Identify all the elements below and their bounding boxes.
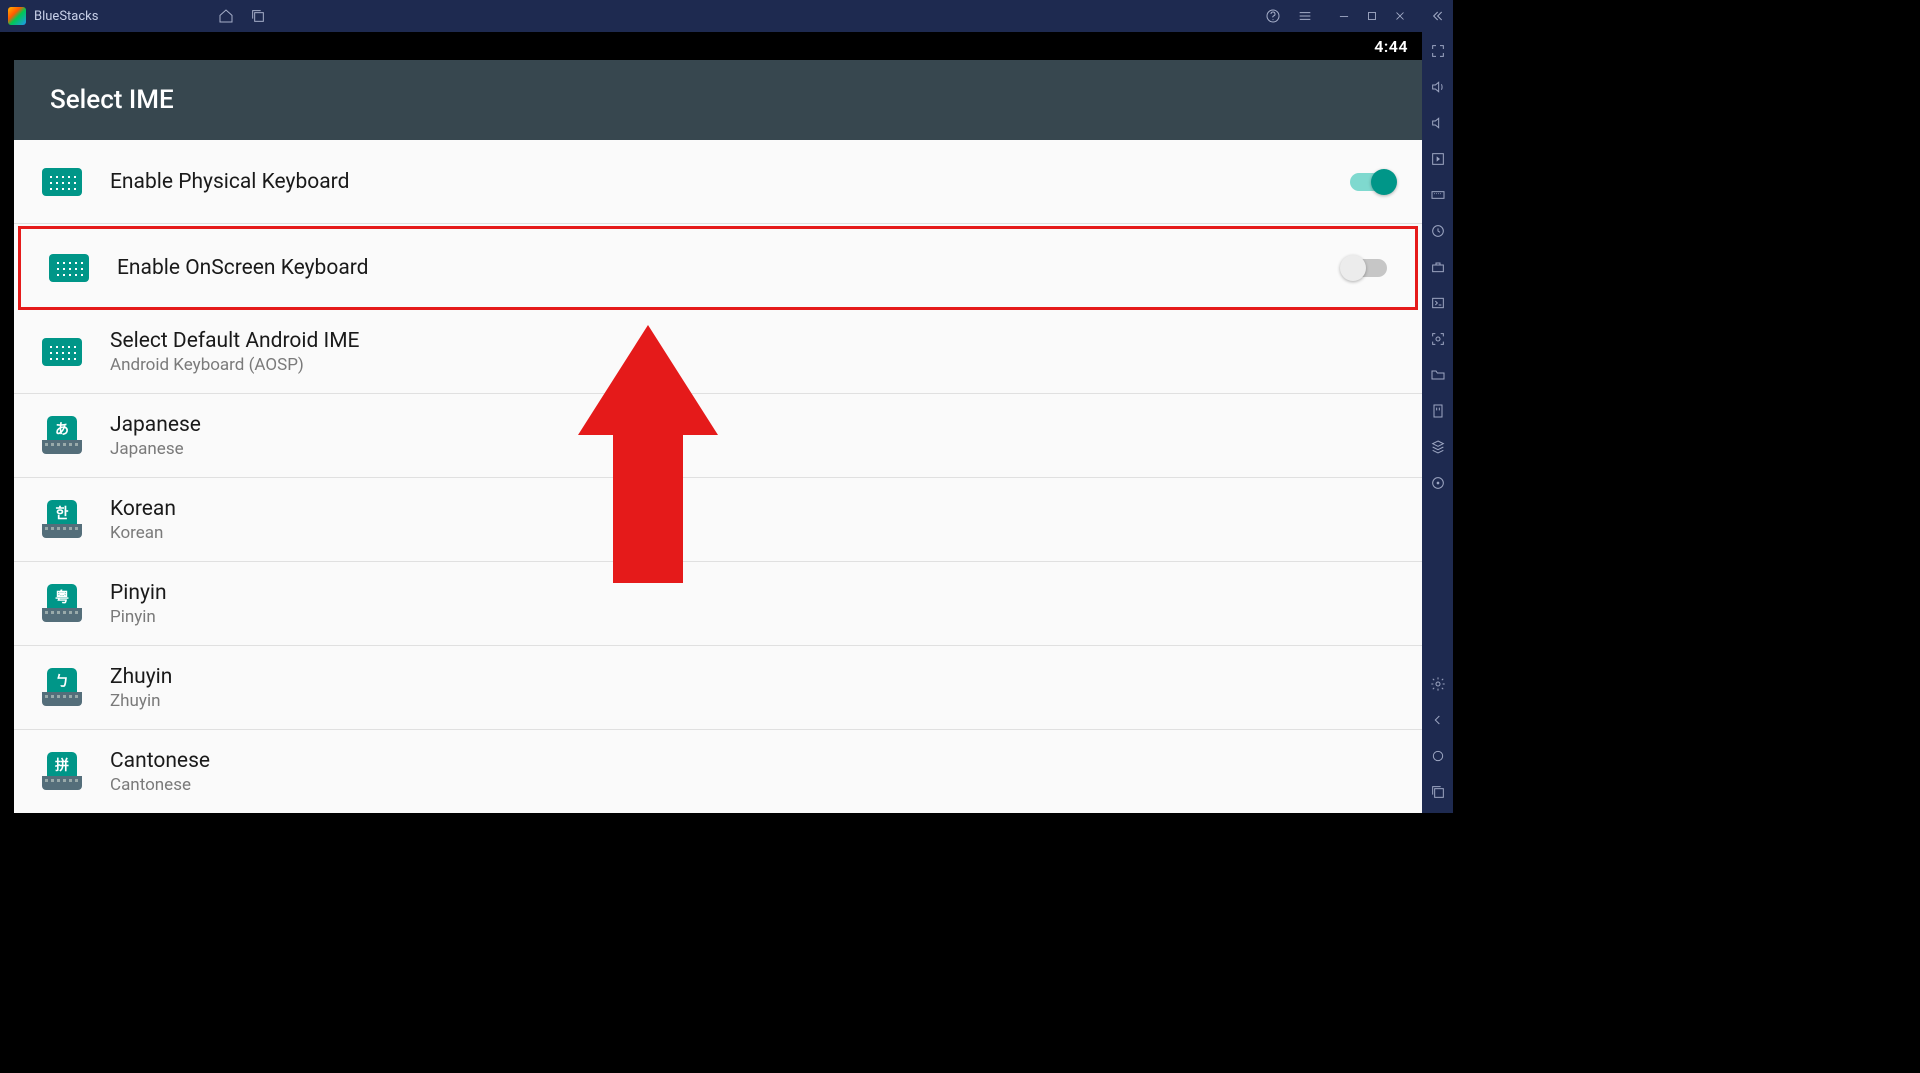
keyboard-icon (40, 164, 84, 200)
language-keyboard-icon: ㄅ (40, 670, 84, 706)
sync-icon[interactable] (1429, 222, 1447, 240)
titlebar-left: BlueStacks (8, 7, 98, 25)
minimize-icon[interactable] (1337, 9, 1351, 23)
setting-subtitle: Pinyin (110, 607, 1394, 627)
android-status-bar: 4:44 (14, 32, 1422, 60)
setting-row-pinyin[interactable]: 粤 PinyinPinyin (14, 562, 1422, 646)
language-badge: ㄅ (47, 668, 77, 694)
close-icon[interactable] (1393, 9, 1407, 23)
language-badge: あ (47, 416, 77, 442)
setting-text: CantoneseCantonese (110, 749, 1394, 795)
keyboard-icon[interactable] (1429, 186, 1447, 204)
setting-subtitle: Korean (110, 523, 1394, 543)
setting-text: PinyinPinyin (110, 581, 1394, 627)
setting-title: Cantonese (110, 749, 1394, 773)
setting-text: Enable OnScreen Keyboard (117, 256, 1343, 280)
setting-title: Pinyin (110, 581, 1394, 605)
collapse-right-icon[interactable] (1429, 8, 1445, 24)
app-name: BlueStacks (34, 9, 98, 24)
setting-row-cantonese[interactable]: 拼 CantoneseCantonese (14, 730, 1422, 813)
language-keyboard-icon: あ (40, 418, 84, 454)
macro-icon[interactable] (1429, 294, 1447, 312)
setting-text: ZhuyinZhuyin (110, 665, 1394, 711)
volume-down-icon[interactable] (1429, 114, 1447, 132)
setting-row-japanese[interactable]: あ JapaneseJapanese (14, 394, 1422, 478)
language-keyboard-icon: 粤 (40, 586, 84, 622)
home-nav-icon[interactable] (1429, 747, 1447, 765)
back-icon[interactable] (1429, 711, 1447, 729)
sidebar-bottom (1429, 675, 1447, 813)
page-title: Select IME (50, 85, 174, 115)
android-screen: 4:44 Select IME Enable Physical Keyboard… (14, 32, 1422, 813)
apk-icon[interactable] (1429, 402, 1447, 420)
status-time: 4:44 (1374, 37, 1408, 56)
setting-row-zhuyin[interactable]: ㄅ ZhuyinZhuyin (14, 646, 1422, 730)
setting-subtitle: Japanese (110, 439, 1394, 459)
keymap-icon[interactable] (1429, 150, 1447, 168)
setting-row-korean[interactable]: 한 KoreanKorean (14, 478, 1422, 562)
keyboard-icon (40, 334, 84, 370)
keyboard-icon (47, 250, 91, 286)
help-icon[interactable] (1265, 8, 1281, 24)
setting-subtitle: Zhuyin (110, 691, 1394, 711)
toolbox-icon[interactable] (1429, 258, 1447, 276)
setting-subtitle: Cantonese (110, 775, 1394, 795)
settings-icon[interactable] (1429, 675, 1447, 693)
volume-up-icon[interactable] (1429, 78, 1447, 96)
setting-title: Japanese (110, 413, 1394, 437)
page-header: Select IME (14, 60, 1422, 140)
setting-subtitle: Android Keyboard (AOSP) (110, 355, 1394, 375)
settings-list: Enable Physical Keyboard Enable OnScreen … (14, 140, 1422, 813)
setting-title: Zhuyin (110, 665, 1394, 689)
setting-text: JapaneseJapanese (110, 413, 1394, 459)
titlebar-right (1265, 8, 1445, 24)
fullscreen-icon[interactable] (1429, 42, 1447, 60)
language-keyboard-icon: 拼 (40, 754, 84, 790)
setting-text: KoreanKorean (110, 497, 1394, 543)
language-badge: 한 (47, 500, 77, 526)
language-badge: 拼 (47, 752, 77, 778)
hamburger-icon[interactable] (1297, 8, 1313, 24)
titlebar: BlueStacks (0, 0, 1453, 32)
bluestacks-logo-icon (8, 7, 26, 25)
setting-title: Enable OnScreen Keyboard (117, 256, 1343, 280)
setting-title: Select Default Android IME (110, 329, 1394, 353)
recents-nav-icon[interactable] (1429, 783, 1447, 801)
location-icon[interactable] (1429, 474, 1447, 492)
window-controls (1337, 9, 1407, 23)
toggle-switch[interactable] (1350, 173, 1394, 191)
setting-row-enable-physical-keyboard[interactable]: Enable Physical Keyboard (14, 140, 1422, 224)
language-badge: 粤 (47, 584, 77, 610)
setting-row-select-default-android-ime[interactable]: Select Default Android IMEAndroid Keyboa… (14, 310, 1422, 394)
setting-text: Enable Physical Keyboard (110, 170, 1350, 194)
setting-text: Select Default Android IMEAndroid Keyboa… (110, 329, 1394, 375)
language-keyboard-icon: 한 (40, 502, 84, 538)
setting-row-enable-onscreen-keyboard[interactable]: Enable OnScreen Keyboard (18, 226, 1418, 310)
setting-title: Korean (110, 497, 1394, 521)
titlebar-center (218, 8, 266, 24)
multi-instance-icon[interactable] (1429, 438, 1447, 456)
screenshot-icon[interactable] (1429, 330, 1447, 348)
right-sidebar (1422, 32, 1453, 813)
maximize-icon[interactable] (1365, 9, 1379, 23)
folder-icon[interactable] (1429, 366, 1447, 384)
toggle-switch[interactable] (1343, 259, 1387, 277)
recent-apps-icon[interactable] (250, 8, 266, 24)
setting-title: Enable Physical Keyboard (110, 170, 1350, 194)
home-icon[interactable] (218, 8, 234, 24)
